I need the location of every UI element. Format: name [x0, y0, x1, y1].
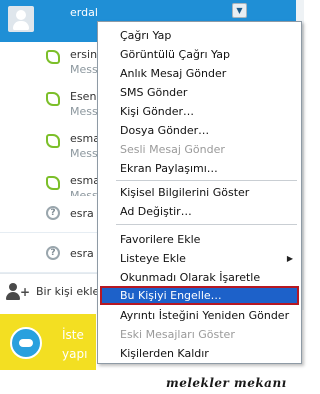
promo-text-line2: yapı: [62, 347, 88, 361]
contact-name: erdal: [70, 6, 98, 19]
promo-banner[interactable]: İste yapı: [0, 314, 96, 370]
menu-item-rename[interactable]: Ad Değiştir…: [100, 202, 299, 221]
menu-item-video-call[interactable]: Görüntülü Çağrı Yap: [100, 45, 299, 64]
menu-item-add-to-list-label: Listeye Ekle: [120, 252, 186, 265]
online-status-icon: [46, 50, 60, 64]
watermark: melekler mekanı: [166, 376, 287, 390]
menu-item-block-contact[interactable]: Bu Kişiyi Engelle…: [100, 286, 299, 305]
promo-text-line1: İste: [62, 328, 84, 342]
online-status-icon: [46, 92, 60, 106]
avatar: [8, 6, 34, 32]
menu-item-send-file[interactable]: Dosya Gönder…: [100, 121, 299, 140]
contact-name: Esen: [70, 90, 97, 103]
menu-item-mark-unread[interactable]: Okunmadı Olarak İşaretle: [100, 268, 299, 287]
menu-separator: [116, 180, 297, 181]
contact-name: esma: [70, 174, 100, 187]
online-status-icon: [46, 176, 60, 190]
add-contact-label: Bir kişi ekle: [36, 285, 100, 298]
menu-item-send-im[interactable]: Anlık Mesaj Gönder: [100, 64, 299, 83]
submenu-arrow-icon: ▶: [286, 254, 293, 263]
promo-icon: [10, 327, 42, 359]
menu-item-screen-share[interactable]: Ekran Paylaşımı…: [100, 159, 299, 178]
menu-item-resend-request[interactable]: Ayrıntı İsteğini Yeniden Gönder: [100, 306, 299, 325]
unknown-status-icon: ?: [46, 246, 60, 260]
context-menu: Çağrı Yap Görüntülü Çağrı Yap Anlık Mesa…: [97, 21, 302, 364]
menu-item-call[interactable]: Çağrı Yap: [100, 26, 299, 45]
menu-item-send-sms[interactable]: SMS Gönder: [100, 83, 299, 102]
menu-item-send-voice-message: Sesli Mesaj Gönder: [120, 143, 225, 156]
contact-name: esra: [70, 207, 94, 220]
menu-item-add-favorites[interactable]: Favorilere Ekle: [100, 230, 299, 249]
menu-item-add-to-list[interactable]: Listeye Ekle ▶: [100, 249, 299, 268]
menu-separator: [116, 224, 297, 225]
menu-item-remove-contact[interactable]: Kişilerden Kaldır: [100, 344, 299, 363]
online-status-icon: [46, 134, 60, 148]
contact-name: esra: [70, 247, 94, 260]
menu-item-send-contact[interactable]: Kişi Gönder…: [100, 102, 299, 121]
contact-name: esma: [70, 132, 100, 145]
add-person-icon: +: [6, 283, 30, 301]
unknown-status-icon: ?: [46, 206, 60, 220]
menu-item-show-profile[interactable]: Kişisel Bilgilerini Göster: [100, 183, 299, 202]
menu-item-show-old-messages: Eski Mesajları Göster: [120, 328, 235, 341]
contact-name: ersin: [70, 48, 98, 61]
chevron-down-icon[interactable]: ▼: [232, 3, 247, 18]
